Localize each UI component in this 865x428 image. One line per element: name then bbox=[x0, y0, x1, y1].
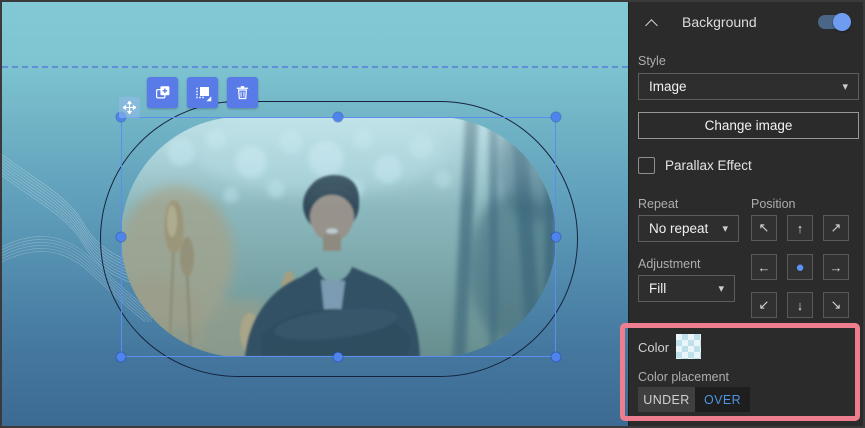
position-left-button[interactable]: ← bbox=[751, 254, 777, 280]
adjustment-label: Adjustment bbox=[638, 257, 701, 271]
resize-handle-bottom[interactable] bbox=[333, 352, 343, 362]
duplicate-button[interactable] bbox=[147, 77, 178, 108]
position-label: Position bbox=[751, 197, 796, 211]
duplicate-icon bbox=[155, 85, 169, 98]
resize-handle-top[interactable] bbox=[333, 112, 343, 122]
move-icon bbox=[123, 101, 136, 114]
repeat-dropdown-value: No repeat bbox=[649, 221, 709, 236]
trash-icon bbox=[236, 86, 249, 100]
change-image-button[interactable]: Change image bbox=[638, 112, 859, 139]
editor-window: Background Style Image ▾ Change image Pa… bbox=[0, 0, 865, 428]
resize-handle-bottom-right[interactable] bbox=[551, 352, 561, 362]
placement-over-button[interactable]: OVER bbox=[695, 387, 750, 412]
resize-handle-left[interactable] bbox=[116, 232, 126, 242]
position-right-button[interactable]: → bbox=[823, 254, 849, 280]
section-guide-line bbox=[2, 66, 628, 68]
placement-under-button-selected[interactable]: UNDER bbox=[638, 387, 695, 412]
repeat-dropdown[interactable]: No repeat ▾ bbox=[638, 215, 739, 242]
position-top-right-button[interactable]: ↗ bbox=[823, 215, 849, 241]
resize-handle-bottom-left[interactable] bbox=[116, 352, 126, 362]
move-handle[interactable] bbox=[119, 97, 140, 118]
position-bottom-right-button[interactable]: ↘ bbox=[823, 292, 849, 318]
resize-handle-top-right[interactable] bbox=[551, 112, 561, 122]
parallax-checkbox[interactable] bbox=[638, 157, 655, 174]
arrange-button[interactable] bbox=[187, 77, 218, 108]
caret-down-icon: ▾ bbox=[842, 81, 848, 93]
style-dropdown[interactable]: Image ▾ bbox=[638, 73, 859, 100]
caret-down-icon: ▾ bbox=[722, 223, 728, 235]
panel-title: Background bbox=[682, 14, 757, 30]
position-top-left-button[interactable]: ↖ bbox=[751, 215, 777, 241]
delete-button[interactable] bbox=[227, 77, 258, 108]
collapse-panel-icon[interactable] bbox=[645, 19, 658, 32]
background-settings-panel: Background Style Image ▾ Change image Pa… bbox=[628, 2, 863, 426]
arrange-icon bbox=[195, 86, 211, 101]
position-center-button-selected[interactable]: ● bbox=[787, 254, 813, 280]
background-toggle[interactable] bbox=[818, 13, 851, 31]
adjustment-dropdown-value: Fill bbox=[649, 281, 667, 296]
portrait-photo bbox=[121, 117, 556, 357]
background-image-element[interactable] bbox=[121, 117, 556, 357]
position-bottom-button[interactable]: ↓ bbox=[787, 292, 813, 318]
position-top-button[interactable]: ↑ bbox=[787, 215, 813, 241]
resize-handle-right[interactable] bbox=[551, 232, 561, 242]
color-label: Color bbox=[638, 340, 670, 355]
color-swatch[interactable] bbox=[676, 334, 701, 359]
caret-down-icon: ▾ bbox=[718, 283, 724, 295]
adjustment-dropdown[interactable]: Fill ▾ bbox=[638, 275, 735, 302]
toggle-knob bbox=[833, 13, 851, 31]
color-placement-label: Color placement bbox=[638, 370, 730, 384]
parallax-label: Parallax Effect bbox=[665, 158, 752, 173]
style-dropdown-value: Image bbox=[649, 79, 687, 94]
style-label: Style bbox=[638, 54, 666, 68]
repeat-label: Repeat bbox=[638, 197, 679, 211]
position-bottom-left-button[interactable]: ↙ bbox=[751, 292, 777, 318]
design-canvas[interactable] bbox=[2, 2, 628, 426]
